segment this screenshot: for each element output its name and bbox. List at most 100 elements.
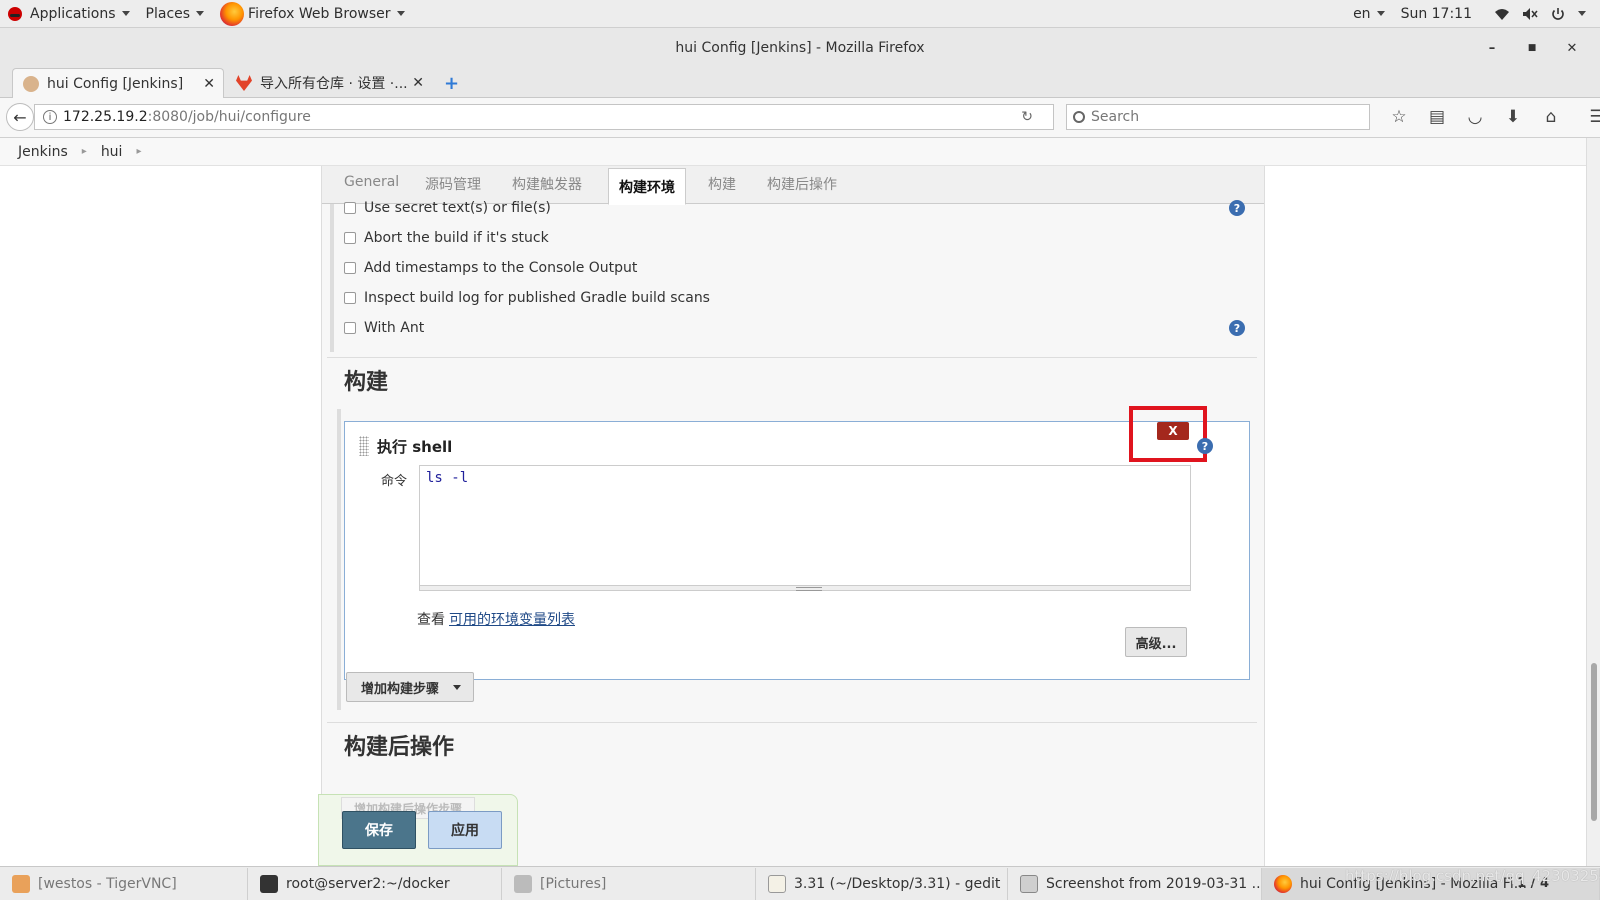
tab-post-build[interactable]: 构建后操作 [767, 174, 837, 194]
firefox-icon [220, 1, 245, 26]
chevron-down-icon [1376, 11, 1385, 16]
tab-source-control[interactable]: 源码管理 [425, 174, 481, 194]
checkbox[interactable] [344, 292, 356, 304]
bookmark-star-icon[interactable]: ☆ [1380, 107, 1418, 127]
window-title: hui Config [Jenkins] - Mozilla Firefox [675, 40, 925, 56]
tab-build-triggers[interactable]: 构建触发器 [512, 174, 582, 194]
delete-step-button[interactable]: X [1157, 422, 1189, 440]
maximize-button[interactable]: ■ [1512, 43, 1552, 53]
chevron-down-icon [1578, 11, 1586, 16]
add-build-step-button[interactable]: 增加构建步骤 [346, 672, 475, 702]
checkbox[interactable] [344, 262, 356, 274]
help-icon[interactable]: ? [1229, 200, 1245, 216]
option-label: Abort the build if it's stuck [364, 230, 549, 246]
config-form: General 源码管理 构建触发器 构建环境 构建 构建后操作 Use sec… [318, 166, 1265, 866]
task-label: 3.31 (~/Desktop/3.31) - gedit [794, 875, 1001, 892]
window-titlebar: hui Config [Jenkins] - Mozilla Firefox –… [0, 28, 1600, 68]
back-button[interactable]: ← [6, 103, 34, 131]
advanced-button[interactable]: 高级... [1125, 627, 1187, 657]
close-window-button[interactable]: ✕ [1552, 41, 1592, 56]
gnome-top-bar: Applications Places Firefox Web Browser … [0, 0, 1600, 28]
clock-label: Sun 17:11 [1400, 5, 1472, 22]
taskbar-item-terminal[interactable]: root@server2:~/docker [248, 867, 502, 900]
close-tab-icon[interactable]: ✕ [203, 76, 215, 92]
breadcrumb-jenkins[interactable]: Jenkins [18, 144, 68, 160]
browser-tab-jenkins[interactable]: hui Config [Jenkins] ✕ [12, 68, 224, 98]
option-label: Add timestamps to the Console Output [364, 260, 638, 276]
chevron-right-icon[interactable]: ▸ [136, 146, 141, 157]
watermark-text: https://blog.csdn.net/qq_42303254 [1345, 867, 1600, 885]
tab-build[interactable]: 构建 [708, 174, 736, 194]
navigation-bar: ← i 172.25.19.2 :8080/job/hui/configure … [0, 98, 1600, 138]
tab-build-environment[interactable]: 构建环境 [608, 168, 686, 205]
textarea-resize-handle[interactable] [419, 585, 1191, 591]
save-button[interactable]: 保存 [342, 811, 416, 849]
shell-build-step: 执行 shell X ? 命令 ls -l 查看 可用的环境变量列表 高级... [344, 406, 1250, 680]
drag-handle-icon[interactable] [359, 436, 369, 456]
system-menu[interactable] [1480, 0, 1600, 28]
scrollbar-thumb[interactable] [1591, 663, 1597, 821]
section-bar [330, 204, 334, 352]
post-build-section-title: 构建后操作 [344, 735, 455, 760]
browser-tab-gitlab[interactable]: 导入所有仓库 · 设置 ·... ✕ [226, 68, 432, 98]
info-icon[interactable]: i [43, 110, 57, 124]
vnc-icon [12, 874, 30, 893]
url-bar[interactable]: i 172.25.19.2 :8080/job/hui/configure ↻ [34, 104, 1054, 130]
hamburger-menu-icon[interactable]: ☰ [1578, 107, 1600, 127]
checkbox[interactable] [344, 232, 356, 244]
apply-button[interactable]: 应用 [428, 811, 502, 849]
taskbar-item-gedit[interactable]: 3.31 (~/Desktop/3.31) - gedit [756, 867, 1008, 900]
env-vars-link[interactable]: 可用的环境变量列表 [449, 612, 575, 628]
pocket-icon[interactable]: ◡ [1456, 107, 1494, 127]
gitlab-favicon-icon [236, 75, 252, 91]
help-icon[interactable]: ? [1197, 438, 1213, 454]
applications-label: Applications [30, 5, 116, 22]
minimize-button[interactable]: – [1472, 41, 1512, 56]
checkbox[interactable] [344, 202, 356, 214]
active-app-menu[interactable]: Firefox Web Browser [212, 0, 413, 28]
download-icon[interactable]: ⬇ [1494, 107, 1532, 127]
new-tab-button[interactable]: + [444, 73, 459, 94]
task-label: root@server2:~/docker [286, 875, 450, 892]
applications-menu[interactable]: Applications [0, 0, 138, 28]
breadcrumb-job[interactable]: hui [101, 144, 123, 160]
task-label: Screenshot from 2019-03-31 ... [1046, 875, 1262, 892]
save-apply-bar: 增加构建后操作步骤 保存 应用 [318, 794, 518, 866]
home-icon[interactable]: ⌂ [1532, 107, 1570, 127]
divider [327, 722, 1257, 723]
option-label: With Ant [364, 320, 425, 336]
chevron-right-icon[interactable]: ▸ [82, 146, 87, 157]
search-input[interactable]: Search [1066, 104, 1370, 130]
option-gradle-scans[interactable]: Inspect build log for published Gradle b… [344, 290, 710, 306]
places-menu[interactable]: Places [138, 0, 213, 28]
add-build-step-label: 增加构建步骤 [361, 681, 440, 697]
taskbar-item-vnc[interactable]: [westos - TigerVNC] [0, 867, 248, 900]
redhat-icon [8, 6, 22, 21]
url-path: :8080/job/hui/configure [147, 109, 311, 125]
build-section-title: 构建 [344, 370, 389, 395]
page-scrollbar[interactable] [1586, 138, 1600, 866]
clock[interactable]: Sun 17:11 [1393, 0, 1480, 28]
reload-icon[interactable]: ↻ [1021, 109, 1033, 125]
help-icon[interactable]: ? [1229, 320, 1245, 336]
close-tab-icon[interactable]: ✕ [412, 75, 424, 91]
search-icon [1073, 111, 1085, 123]
terminal-icon [260, 874, 278, 893]
url-host: 172.25.19.2 [63, 109, 148, 125]
arrow-left-icon: ← [13, 107, 27, 127]
jenkins-favicon-icon [23, 75, 39, 92]
task-label: [Pictures] [540, 875, 607, 892]
tab-general[interactable]: General [344, 174, 399, 190]
checkbox[interactable] [344, 322, 356, 334]
command-textarea[interactable]: ls -l [419, 465, 1191, 589]
option-secret-text[interactable]: Use secret text(s) or file(s) [344, 200, 551, 216]
option-with-ant[interactable]: With Ant [344, 320, 424, 336]
taskbar-item-pictures[interactable]: [Pictures] [502, 867, 756, 900]
option-timestamps[interactable]: Add timestamps to the Console Output [344, 260, 637, 276]
reading-list-icon[interactable]: ▤ [1418, 107, 1456, 127]
taskbar-item-screenshot[interactable]: Screenshot from 2019-03-31 ... [1008, 867, 1262, 900]
language-menu[interactable]: en [1345, 0, 1393, 28]
option-abort-stuck[interactable]: Abort the build if it's stuck [344, 230, 549, 246]
text-editor-icon [768, 874, 786, 893]
firefox-icon [1274, 874, 1292, 893]
